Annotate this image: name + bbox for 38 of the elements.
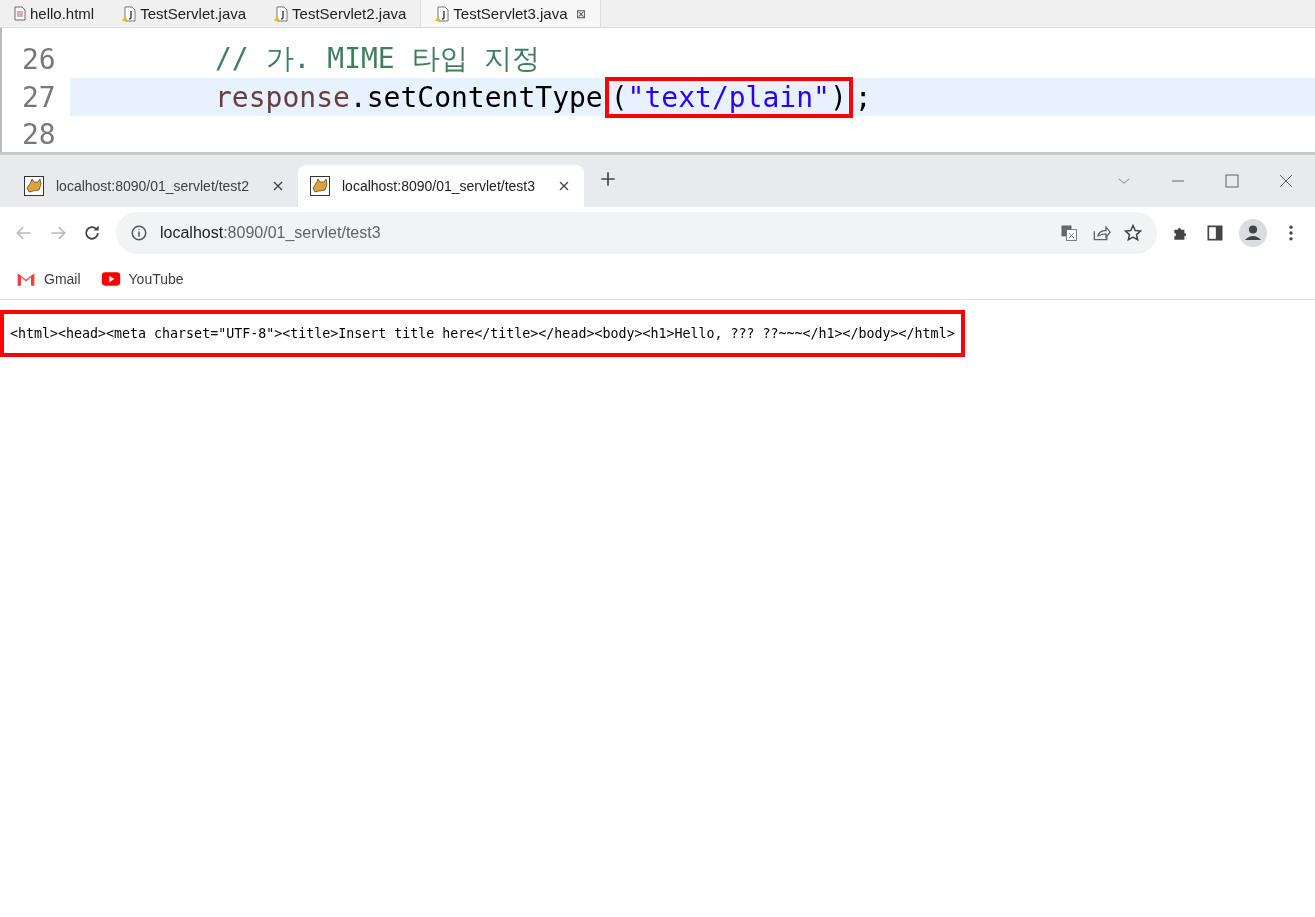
editor-tab[interactable]: hello.html — [0, 0, 109, 27]
cat-icon — [24, 176, 44, 196]
bookmark[interactable]: Gmail — [16, 269, 81, 289]
code-token: response — [215, 80, 350, 114]
cat-icon — [310, 176, 330, 196]
reload-icon[interactable] — [82, 223, 102, 243]
url-text: localhost:8090/01_servlet/test3 — [160, 224, 382, 242]
plus-icon[interactable] — [598, 169, 618, 189]
java-file-icon — [274, 5, 289, 22]
line-number: 28 — [21, 117, 57, 151]
play-icon[interactable] — [100, 269, 121, 289]
star-icon[interactable] — [1123, 223, 1143, 243]
code-token: // 가. MIME 타입 지정 — [215, 41, 541, 77]
code-token: ( — [610, 80, 628, 114]
browser-tab[interactable]: localhost:8090/01_servlet/test3 — [298, 165, 584, 207]
java-file-icon — [435, 5, 450, 22]
line-number: 26 — [21, 42, 57, 76]
code-token: ) — [829, 80, 847, 114]
code-token: ; — [854, 80, 872, 114]
close-icon[interactable]: ⊠ — [575, 6, 586, 21]
page-text: <html><head><meta charset="UTF-8"><title>Insert title here</title></head><body><h1>Hello, ??? ??~~~</h1></body></html> — [0, 310, 965, 357]
editor-tab[interactable]: TestServlet3.java ⊠ — [420, 0, 601, 27]
code-token: "text/plain" — [627, 80, 830, 114]
address-bar[interactable]: localhost:8090/01_servlet/test3 — [116, 212, 1157, 254]
file-icon — [14, 6, 26, 21]
line-number: 27 — [21, 80, 57, 114]
bookmark[interactable]: YouTube — [100, 269, 184, 289]
code-token: .setContentType — [349, 80, 603, 114]
close-icon[interactable] — [1277, 172, 1295, 190]
browser-tab[interactable]: localhost:8090/01_servlet/test2 — [12, 165, 298, 207]
editor-tab[interactable]: TestServlet.java — [108, 0, 261, 27]
side-panel-icon[interactable] — [1205, 223, 1225, 243]
share-icon[interactable] — [1091, 223, 1111, 243]
avatar-icon[interactable] — [1239, 219, 1267, 247]
java-file-icon — [122, 5, 137, 22]
info-icon[interactable] — [130, 224, 148, 242]
translate-icon[interactable] — [1059, 223, 1079, 243]
editor-tab[interactable]: TestServlet2.java — [260, 0, 421, 27]
